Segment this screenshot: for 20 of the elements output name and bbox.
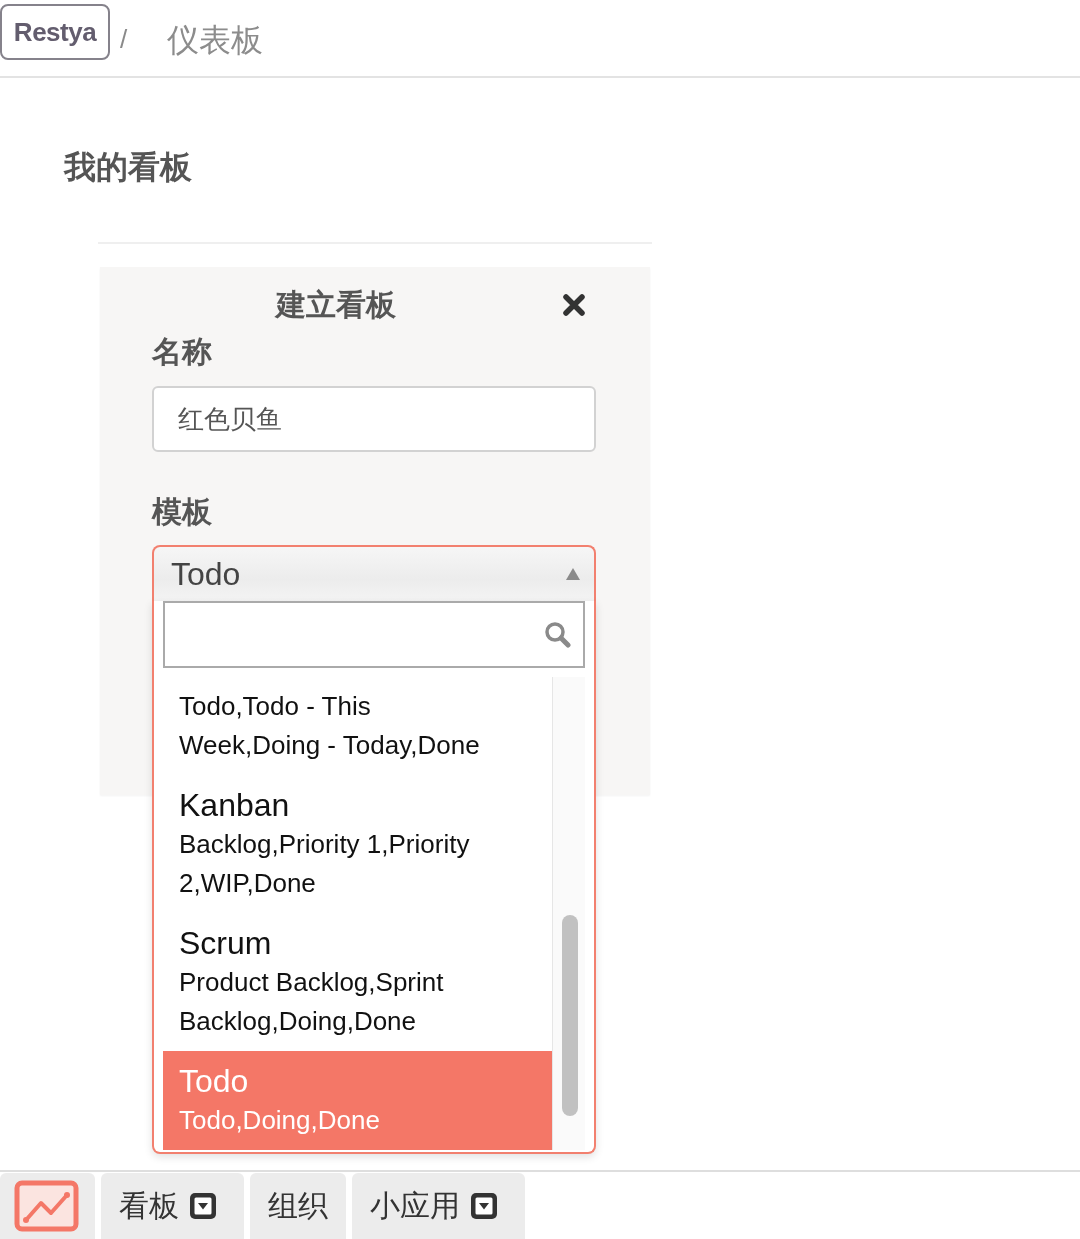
dropdown-caret-icon — [190, 1193, 216, 1219]
breadcrumb-separator: / — [120, 23, 128, 56]
line-chart-icon — [14, 1180, 79, 1232]
menu-button[interactable]: 小应用 — [352, 1173, 525, 1239]
close-icon[interactable] — [562, 293, 586, 317]
logo[interactable]: Restya — [0, 4, 110, 60]
dialog-title: 建立看板 — [273, 287, 397, 323]
name-input[interactable]: 红色贝鱼 — [152, 386, 596, 452]
search-icon — [544, 621, 571, 648]
chart-button[interactable] — [0, 1173, 95, 1239]
dropdown-caret-icon — [471, 1193, 497, 1219]
menu-button[interactable]: 看板 — [101, 1173, 244, 1239]
page-title: 仪表板 — [167, 21, 264, 60]
field-label: 名称 — [152, 334, 213, 370]
search-field[interactable] — [163, 601, 585, 668]
template-select[interactable]: Todo — [152, 545, 596, 601]
field-label: 模板 — [152, 494, 213, 530]
section-title: 我的看板 — [64, 148, 193, 187]
scrollbar-thumb[interactable] — [562, 915, 578, 1116]
nav-button[interactable]: 组织 — [250, 1173, 346, 1239]
